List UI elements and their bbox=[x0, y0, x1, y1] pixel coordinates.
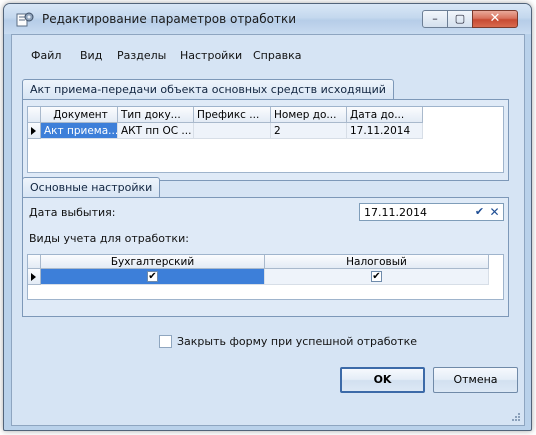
resize-grip-icon[interactable] bbox=[511, 412, 521, 422]
close-icon[interactable]: ✕ bbox=[488, 205, 501, 219]
asset-document-tab[interactable]: Акт приема-передачи объекта основных сре… bbox=[22, 79, 394, 100]
grid-corner-header bbox=[28, 255, 41, 269]
grid-corner-header bbox=[28, 107, 41, 123]
main-settings-tab[interactable]: Основные настройки bbox=[22, 177, 161, 198]
dialog-window: Редактирование параметров отработки – ▢ … bbox=[3, 3, 532, 431]
accounting-checkbox[interactable]: ✔ bbox=[147, 271, 158, 282]
table-cell-accounting[interactable]: ✔ bbox=[41, 269, 265, 285]
menu-item-file[interactable]: Файл bbox=[31, 49, 61, 62]
main-settings-panel: Дата выбытия: 17.11.2014 ✔ ✕ Виды учета … bbox=[22, 197, 509, 317]
menu-item-settings[interactable]: Настройки bbox=[180, 49, 242, 62]
table-cell-document[interactable]: Акт приема... bbox=[41, 123, 118, 139]
accounting-types-grid: Бухгалтерский Налоговый ✔ ✔ bbox=[27, 254, 504, 300]
table-cell-doc-type[interactable]: АКТ пп ОС ... bbox=[118, 123, 194, 139]
menu-item-help[interactable]: Справка bbox=[253, 49, 301, 62]
ok-button[interactable]: OK bbox=[340, 367, 425, 393]
disposal-date-field[interactable]: 17.11.2014 ✔ ✕ bbox=[359, 203, 504, 221]
asset-document-panel: Документ Тип доку... Префикс ... Номер д… bbox=[22, 99, 509, 181]
column-header-doc-type[interactable]: Тип доку... bbox=[118, 107, 194, 123]
table-cell-doc-date[interactable]: 17.11.2014 bbox=[347, 123, 423, 139]
column-header-document[interactable]: Документ bbox=[41, 107, 118, 123]
close-on-success-checkbox[interactable] bbox=[159, 335, 172, 348]
triangle-right-icon bbox=[31, 273, 36, 281]
checkmark-icon[interactable]: ✔ bbox=[473, 205, 486, 219]
column-header-tax[interactable]: Налоговый bbox=[265, 255, 489, 269]
disposal-date-value: 17.11.2014 bbox=[364, 206, 427, 219]
tax-checkbox[interactable]: ✔ bbox=[371, 271, 382, 282]
minimize-button[interactable]: – bbox=[422, 10, 448, 28]
column-header-prefix[interactable]: Префикс ... bbox=[194, 107, 271, 123]
menu-bar: Файл Вид Разделы Настройки Справка bbox=[12, 35, 524, 62]
menu-item-view[interactable]: Вид bbox=[80, 49, 102, 62]
table-cell-doc-number[interactable]: 2 bbox=[271, 123, 347, 139]
asset-document-group: Акт приема-передачи объекта основных сре… bbox=[22, 79, 509, 181]
menu-item-sections[interactable]: Разделы bbox=[117, 49, 166, 62]
maximize-button[interactable]: ▢ bbox=[447, 10, 473, 28]
close-on-success-label[interactable]: Закрыть форму при успешной отработке bbox=[177, 335, 417, 348]
main-settings-group: Основные настройки Дата выбытия: 17.11.2… bbox=[22, 177, 509, 317]
dialog-client-area: Файл Вид Разделы Настройки Справка Акт п… bbox=[11, 34, 525, 426]
window-title: Редактирование параметров отработки bbox=[42, 12, 297, 26]
column-header-doc-number[interactable]: Номер до... bbox=[271, 107, 347, 123]
table-cell-prefix[interactable] bbox=[194, 123, 271, 139]
row-indicator[interactable] bbox=[28, 269, 41, 285]
cancel-button[interactable]: Отмена bbox=[433, 367, 518, 393]
triangle-right-icon bbox=[31, 127, 36, 135]
disposal-date-label: Дата выбытия: bbox=[29, 206, 116, 219]
document-gear-icon bbox=[16, 12, 34, 27]
documents-grid: Документ Тип доку... Префикс ... Номер д… bbox=[27, 106, 504, 173]
column-header-accounting[interactable]: Бухгалтерский bbox=[41, 255, 265, 269]
title-bar[interactable]: Редактирование параметров отработки – ▢ … bbox=[4, 4, 531, 34]
table-cell-tax[interactable]: ✔ bbox=[265, 269, 489, 285]
accounting-types-label: Виды учета для отработки: bbox=[29, 232, 189, 245]
row-indicator[interactable] bbox=[28, 123, 41, 139]
column-header-doc-date[interactable]: Дата до... bbox=[347, 107, 423, 123]
close-button[interactable]: ✕ bbox=[472, 10, 518, 28]
